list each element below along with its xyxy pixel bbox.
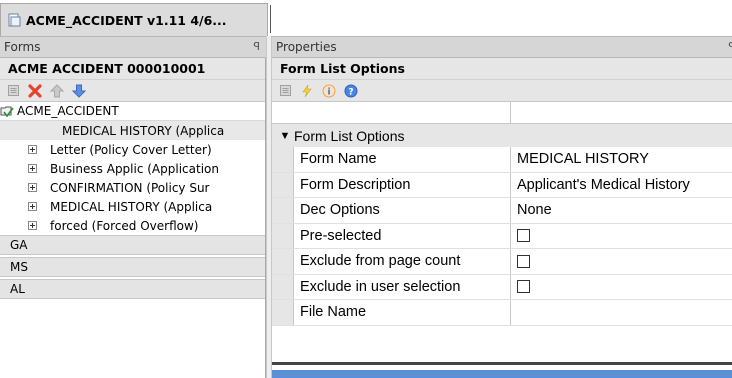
state-row-ms[interactable]: MS: [0, 257, 265, 277]
property-grid-header: [272, 102, 732, 124]
pin-icon[interactable]: ꟼ: [728, 40, 732, 53]
tree-item-forced[interactable]: forced (Forced Overflow): [0, 216, 265, 235]
svg-text:i: i: [327, 87, 330, 97]
exclude-user-selection-checkbox[interactable]: [517, 280, 530, 294]
expand-icon[interactable]: [28, 145, 37, 154]
collapse-arrow-icon[interactable]: ▼: [276, 130, 294, 142]
properties-toolbar: i ?: [272, 80, 732, 102]
tree-item-label: Letter (Policy Cover Letter): [50, 142, 212, 157]
property-name: Dec Options: [294, 198, 511, 223]
delete-icon[interactable]: [28, 83, 42, 98]
info-icon[interactable]: i: [322, 84, 336, 98]
properties-panel-title: Properties: [276, 40, 337, 54]
move-up-icon[interactable]: [50, 83, 64, 98]
properties-panel-header: Properties ꟼ: [272, 36, 732, 58]
property-row-exclude-page-count[interactable]: Exclude from page count: [272, 249, 732, 275]
row-gutter: [272, 147, 294, 172]
state-row-al[interactable]: AL: [0, 279, 265, 299]
svg-text:?: ?: [348, 87, 353, 97]
property-name: Exclude in user selection: [294, 274, 511, 299]
expand-icon[interactable]: [28, 164, 37, 173]
property-name: Exclude from page count: [294, 249, 511, 274]
property-name: Pre-selected: [294, 223, 511, 248]
forms-panel-header: Forms ꟼ: [0, 36, 266, 58]
move-down-icon[interactable]: [72, 84, 86, 98]
document-tab-strip: ACME_ACCIDENT v1.11 4/6...: [0, 0, 732, 36]
tree-item-label: forced (Forced Overflow): [50, 218, 199, 233]
expand-icon[interactable]: [28, 202, 37, 211]
property-value: [511, 249, 732, 274]
tree-item-label: Business Applic (Application: [50, 161, 219, 176]
tree-item-confirmation[interactable]: CONFIRMATION (Policy Sur: [0, 178, 265, 197]
pin-icon[interactable]: ꟼ: [253, 40, 260, 53]
tree-item-letter[interactable]: Letter (Policy Cover Letter): [0, 140, 265, 159]
document-icon: [7, 13, 21, 27]
property-row-dec-options[interactable]: Dec Options None: [272, 198, 732, 224]
pre-selected-checkbox[interactable]: [517, 229, 530, 243]
forms-panel-title: Forms: [4, 40, 41, 54]
tree-item-business-applic[interactable]: Business Applic (Application: [0, 159, 265, 178]
property-value[interactable]: None: [511, 198, 732, 223]
property-row-form-description[interactable]: Form Description Applicant's Medical His…: [272, 172, 732, 198]
grid-header-name-col: [272, 102, 511, 123]
expand-icon[interactable]: [28, 183, 37, 192]
row-gutter: [272, 172, 294, 197]
tree-item-medical-history[interactable]: MEDICAL HISTORY (Applica: [0, 197, 265, 216]
tree-item-label: CONFIRMATION (Policy Sur: [50, 180, 210, 195]
forms-tree: ACME_ACCIDENT MEDICAL HISTORY (Applica L…: [0, 102, 265, 299]
tree-root-label: ACME_ACCIDENT: [17, 104, 119, 118]
forms-panel: ACME ACCIDENT 000010001 ACME_ACCIDENT ME…: [0, 58, 266, 378]
property-value: [511, 275, 732, 300]
property-value: [511, 224, 732, 249]
property-value[interactable]: MEDICAL HISTORY: [511, 147, 732, 172]
property-value[interactable]: [511, 300, 732, 325]
document-icon[interactable]: [6, 84, 20, 98]
tab-divider: [270, 5, 271, 33]
forms-title: ACME ACCIDENT 000010001: [0, 58, 265, 80]
property-name: File Name: [294, 300, 511, 325]
grid-header-value-col: [511, 102, 732, 123]
state-row-ga[interactable]: GA: [0, 235, 265, 255]
property-name: Form Name: [294, 147, 511, 172]
row-gutter: [272, 198, 294, 223]
tree-item-label: MEDICAL HISTORY (Applica: [62, 123, 225, 138]
document-tab[interactable]: ACME_ACCIDENT v1.11 4/6...: [0, 3, 268, 36]
tree-item-medical-history-selected[interactable]: MEDICAL HISTORY (Applica: [0, 121, 265, 140]
exclude-page-count-checkbox[interactable]: [517, 254, 530, 268]
category-row[interactable]: ▼ Form List Options: [272, 124, 732, 147]
property-row-exclude-user-selection[interactable]: Exclude in user selection: [272, 274, 732, 300]
property-value[interactable]: Applicant's Medical History: [511, 173, 732, 198]
tree-item-label: MEDICAL HISTORY (Applica: [50, 199, 213, 214]
row-gutter: [272, 274, 294, 299]
row-gutter: [272, 223, 294, 248]
forms-toolbar: [0, 80, 265, 102]
document-icon[interactable]: [278, 84, 292, 98]
description-pane-bar: [272, 370, 732, 378]
category-label: Form List Options: [294, 127, 405, 144]
grid-bottom-border: [272, 362, 732, 365]
expand-icon[interactable]: [28, 221, 37, 230]
property-row-form-name[interactable]: Form Name MEDICAL HISTORY: [272, 147, 732, 173]
tree-root[interactable]: ACME_ACCIDENT: [0, 102, 265, 121]
folder-icon: [0, 104, 14, 118]
document-tab-title: ACME_ACCIDENT v1.11 4/6...: [26, 12, 227, 28]
property-row-pre-selected[interactable]: Pre-selected: [272, 223, 732, 249]
help-icon[interactable]: ?: [344, 84, 358, 98]
properties-panel: Form List Options i ? ▼ Form List Option…: [272, 58, 732, 378]
properties-title: Form List Options: [272, 58, 732, 80]
lightning-icon[interactable]: [300, 84, 314, 98]
property-row-file-name[interactable]: File Name: [272, 300, 732, 326]
row-gutter: [272, 249, 294, 274]
property-name: Form Description: [294, 172, 511, 197]
row-gutter: [272, 300, 294, 325]
